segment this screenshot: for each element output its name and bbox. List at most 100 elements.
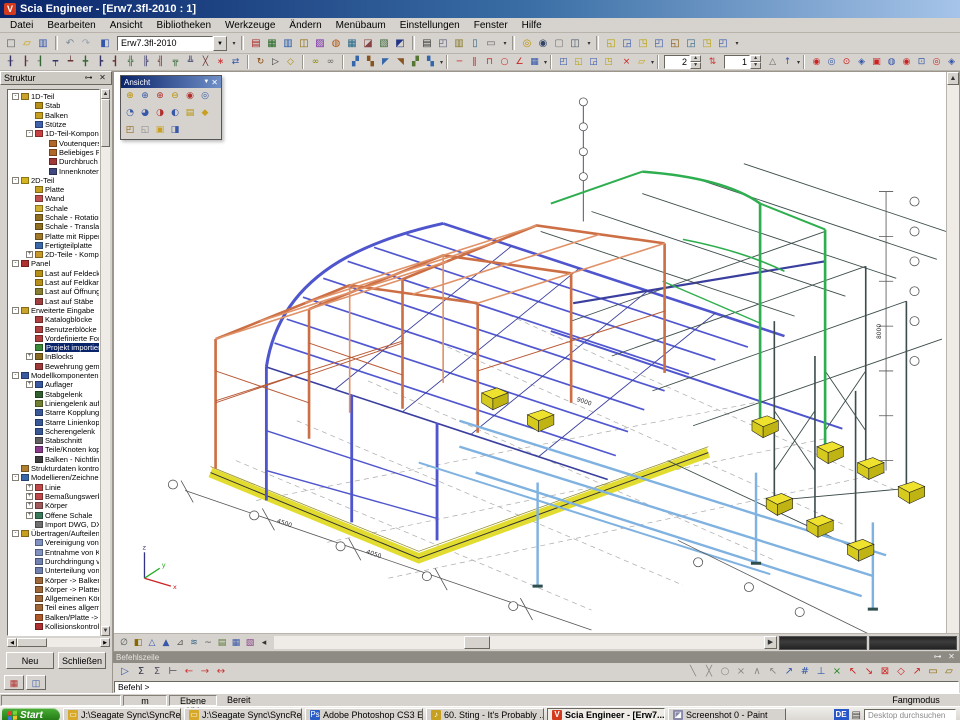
node-tool-icon[interactable]: ◉ [809, 55, 824, 69]
member-tool-icon[interactable]: ╠ [138, 55, 153, 69]
tree-item[interactable]: - Panel [10, 259, 99, 268]
draw-tool-icon[interactable]: ─ [452, 55, 467, 69]
tree-expander-icon[interactable] [26, 577, 33, 584]
member-tool-icon[interactable]: ╋ [78, 55, 93, 69]
file-tool-icon[interactable]: ▥ [35, 36, 51, 51]
tree-item[interactable]: Innenknoten [10, 166, 99, 175]
node-tool-icon[interactable]: ⊙ [839, 55, 854, 69]
view-mode-icon[interactable]: ◧ [131, 636, 145, 650]
draw-tool-icon[interactable]: ○ [497, 55, 512, 69]
tree-expander-icon[interactable] [26, 363, 33, 370]
tree-item[interactable]: Fertigteilplatte [10, 241, 99, 250]
taskbar-task-button[interactable]: ♪ 60. Sting - It's Probably ... [426, 708, 544, 720]
selection-tool-icon[interactable]: ← [181, 664, 197, 679]
project-tool-icon[interactable]: ◍ [328, 36, 344, 51]
tree-item[interactable]: - 1D-Teil [10, 92, 99, 101]
member-tool-icon[interactable]: ╬ [123, 55, 138, 69]
tree-item[interactable]: Durchbruch [10, 157, 99, 166]
project-tool-icon[interactable]: ▨ [312, 36, 328, 51]
project-combobox[interactable]: Erw7.3fl-2010 ▼ [117, 36, 227, 51]
node-tool-icon[interactable]: ⊡ [914, 55, 929, 69]
tree-expander-icon[interactable] [40, 158, 47, 165]
window-tool-icon[interactable]: ◧ [97, 36, 113, 51]
draw-tool-icon[interactable]: ⊓ [482, 55, 497, 69]
draw-tool-icon[interactable]: ∠ [512, 55, 527, 69]
render-tool-icon[interactable]: ◨ [168, 124, 182, 137]
utility-tool-icon[interactable]: ▢ [551, 36, 567, 51]
member-tool-icon[interactable]: ╂ [3, 55, 18, 69]
utility-tool-icon[interactable]: ◫ [567, 36, 583, 51]
view-mode-icon[interactable]: ▤ [215, 636, 229, 650]
tab-structure-icon[interactable]: ▦ [4, 675, 24, 690]
close-button[interactable]: Schließen [58, 652, 106, 669]
canvas-vertical-scrollbar[interactable]: ▲ [946, 72, 959, 633]
tree-item[interactable]: Teile/Knoten koppeln [10, 445, 99, 454]
tree-expander-icon[interactable] [26, 242, 33, 249]
tree-item[interactable]: Starre Linienkopplung [10, 417, 99, 426]
tree-item[interactable]: Körper -> Balken/Stüt [10, 575, 99, 584]
pin-icon[interactable]: ⊶ [932, 652, 943, 663]
member-tool-icon[interactable]: ┨ [33, 55, 48, 69]
snap-mode-icon[interactable]: ⊠ [877, 664, 893, 679]
tree-expander-icon[interactable] [26, 102, 33, 109]
scroll-up-icon[interactable]: ▲ [101, 89, 110, 99]
minimized-view-window[interactable] [779, 636, 867, 650]
layer-tool-icon[interactable]: ◳ [699, 36, 715, 51]
scale-spinner[interactable]: 2 ▲▼ [664, 55, 701, 69]
tree-item[interactable]: Vordefinierte Formen [10, 334, 99, 343]
zoom-tool-icon[interactable]: ⊕ [123, 90, 137, 103]
tree-expander-icon[interactable] [26, 112, 33, 119]
layer-tool-icon[interactable]: ◲ [683, 36, 699, 51]
member-tool-icon[interactable]: ┯ [48, 55, 63, 69]
tree-expander-icon[interactable]: - [26, 130, 33, 137]
tree-expander-icon[interactable] [26, 428, 33, 435]
tree-expander-icon[interactable] [26, 205, 33, 212]
snap-mode-icon[interactable]: ◇ [893, 664, 909, 679]
print-tool-icon[interactable]: ▤ [419, 36, 435, 51]
view-tool-icon[interactable]: ◐ [168, 107, 182, 120]
undo-redo-icon[interactable]: ↶ [62, 36, 78, 51]
tree-expander-icon[interactable] [26, 623, 33, 630]
menu-item[interactable]: Fenster [468, 19, 514, 32]
tree-expander-icon[interactable] [40, 149, 47, 156]
taskbar-task-button[interactable]: ▭ J:\Seagate Sync\SyncRe... [63, 708, 181, 720]
tree-item[interactable]: - Modellkomponenten [10, 371, 99, 380]
spinner-down-icon[interactable]: ▼ [750, 62, 761, 69]
minimized-view-window[interactable] [869, 636, 957, 650]
undo-redo-icon[interactable]: ↷ [78, 36, 94, 51]
move-tool-icon[interactable]: ◥ [393, 55, 408, 69]
member-tool-icon[interactable]: ┷ [63, 55, 78, 69]
canvas-horizontal-scrollbar[interactable]: ▶ [274, 636, 777, 649]
tree-expander-icon[interactable] [26, 335, 33, 342]
close-icon[interactable]: ✕ [211, 78, 218, 87]
scroll-up-icon[interactable]: ▲ [947, 72, 959, 85]
tab-window-icon[interactable]: ◫ [26, 675, 46, 690]
tree-item[interactable]: - 2D-Teil [10, 176, 99, 185]
tree-expander-icon[interactable]: - [12, 372, 19, 379]
tree-expander-icon[interactable] [26, 270, 33, 277]
tree-item[interactable]: Scherengelenk [10, 427, 99, 436]
tree-item[interactable]: + Körper [10, 501, 99, 510]
menu-item[interactable]: Hilfe [516, 19, 548, 32]
tree-expander-icon[interactable]: - [12, 93, 19, 100]
scroll-thumb[interactable] [17, 638, 47, 647]
node-tool-icon[interactable]: ◍ [884, 55, 899, 69]
menu-item[interactable]: Ändern [283, 19, 327, 32]
scroll-down-icon[interactable]: ▼ [101, 626, 110, 636]
tree-item[interactable]: - Modellieren/Zeichnen [10, 473, 99, 482]
close-icon[interactable]: ✕ [97, 73, 108, 84]
tree-item[interactable]: Strukturdaten kontrollier [10, 464, 99, 473]
menu-item[interactable]: Bearbeiten [41, 19, 101, 32]
after-spin-icon[interactable]: ↑ [780, 55, 795, 69]
tree-expander-icon[interactable] [26, 446, 33, 453]
tree-expander-icon[interactable] [40, 168, 47, 175]
snap-mode-icon[interactable]: ╲ [685, 664, 701, 679]
tree-expander-icon[interactable]: + [26, 353, 33, 360]
tree-expander-icon[interactable] [26, 326, 33, 333]
print-tool-icon[interactable]: ◰ [435, 36, 451, 51]
tree-item[interactable]: + Offene Schale [10, 510, 99, 519]
member-tool-icon[interactable]: ⇄ [228, 55, 243, 69]
scroll-thumb[interactable] [101, 99, 110, 147]
move-tool-icon[interactable]: ▚ [423, 55, 438, 69]
layer-tool-icon[interactable]: ◱ [603, 36, 619, 51]
